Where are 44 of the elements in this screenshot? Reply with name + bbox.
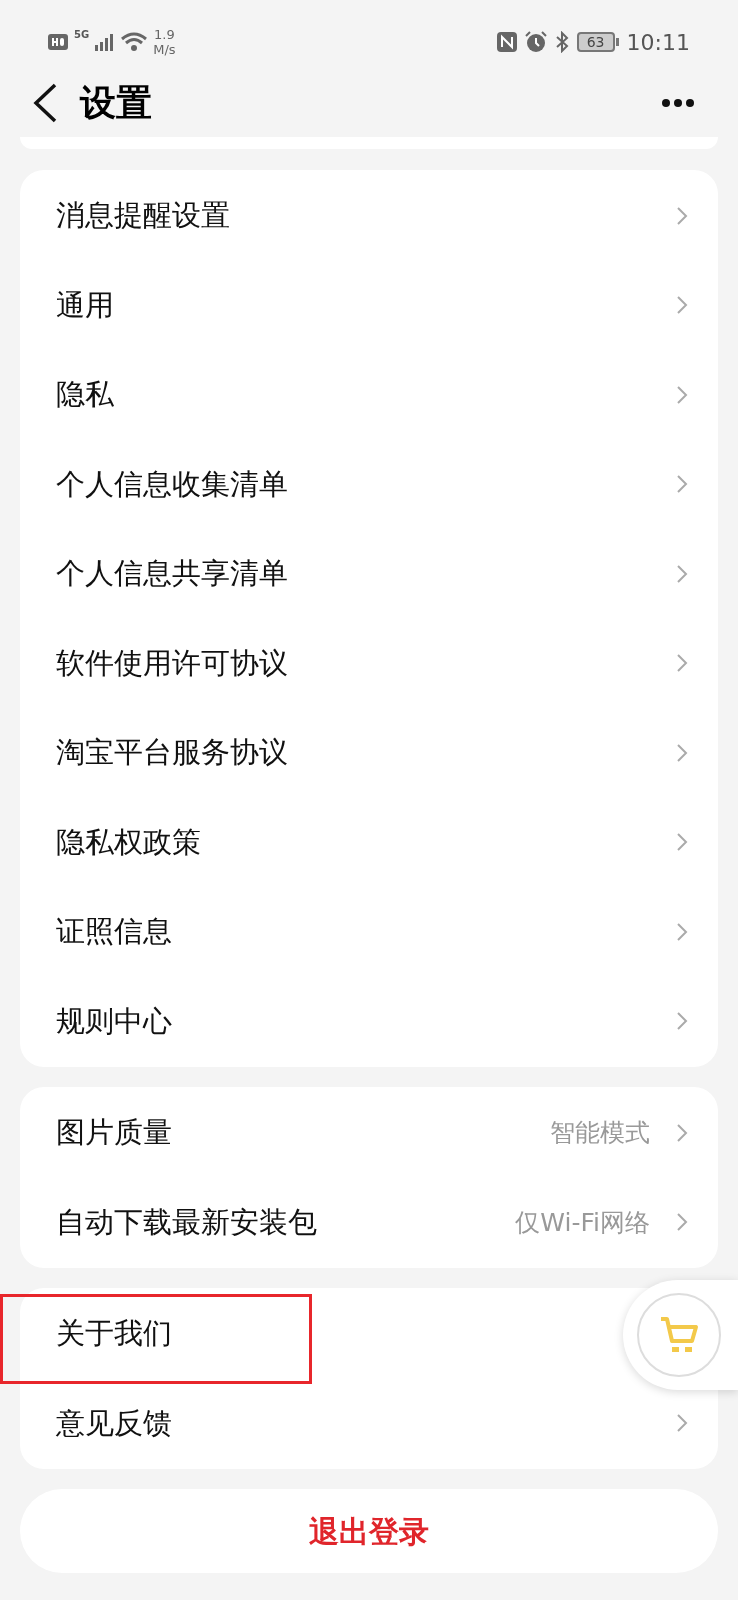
settings-item[interactable]: 个人信息共享清单: [56, 552, 288, 596]
nfc-icon: [496, 32, 517, 52]
settings-item[interactable]: 隐私权政策: [56, 820, 201, 864]
chevron-icon: [676, 1011, 688, 1032]
chevron-icon: [676, 1122, 688, 1143]
bluetooth-icon: [554, 31, 569, 53]
chevron-icon: [676, 563, 688, 584]
settings-item[interactable]: 规则中心: [56, 999, 172, 1043]
settings-item[interactable]: 消息提醒设置: [56, 194, 230, 238]
chevron-icon: [676, 205, 688, 226]
settings-item[interactable]: 图片质量: [56, 1111, 172, 1155]
signal-icon: [95, 33, 116, 51]
chevron-icon: [676, 653, 688, 674]
hd-icon: [48, 34, 68, 50]
chevron-icon: [676, 384, 688, 405]
settings-item[interactable]: 软件使用许可协议: [56, 641, 288, 685]
settings-item[interactable]: 证照信息: [56, 910, 172, 954]
page-title: 设置: [80, 80, 152, 125]
settings-item[interactable]: 通用: [56, 283, 114, 327]
back-icon[interactable]: [32, 82, 58, 123]
settings-item[interactable]: 关于我们: [56, 1312, 172, 1356]
speed-unit: M/s: [153, 43, 176, 56]
chevron-icon: [676, 474, 688, 495]
logout-button[interactable]: 退出登录: [20, 1489, 718, 1573]
settings-item[interactable]: 自动下载最新安装包: [56, 1200, 317, 1244]
settings-item[interactable]: 个人信息收集清单: [56, 462, 288, 506]
wifi-icon: [121, 32, 148, 52]
network-label: 5G: [74, 30, 90, 40]
chevron-icon: [676, 1413, 688, 1434]
settings-item[interactable]: 隐私: [56, 373, 114, 417]
row-value: 仅Wi-Fi网络: [515, 1206, 650, 1239]
chevron-icon: [676, 832, 688, 853]
chevron-icon: [676, 1212, 688, 1233]
chevron-icon: [676, 742, 688, 763]
cart-icon: [659, 1316, 699, 1354]
speed-value: 1.9: [154, 28, 175, 41]
more-icon[interactable]: [662, 98, 694, 107]
clock: 10:11: [626, 28, 690, 57]
settings-item[interactable]: 淘宝平台服务协议: [56, 731, 288, 775]
alarm-icon: [524, 31, 547, 53]
settings-item[interactable]: 意见反馈: [56, 1401, 172, 1445]
chevron-icon: [676, 295, 688, 316]
row-value: 智能模式: [550, 1117, 650, 1149]
chevron-icon: [676, 921, 688, 942]
